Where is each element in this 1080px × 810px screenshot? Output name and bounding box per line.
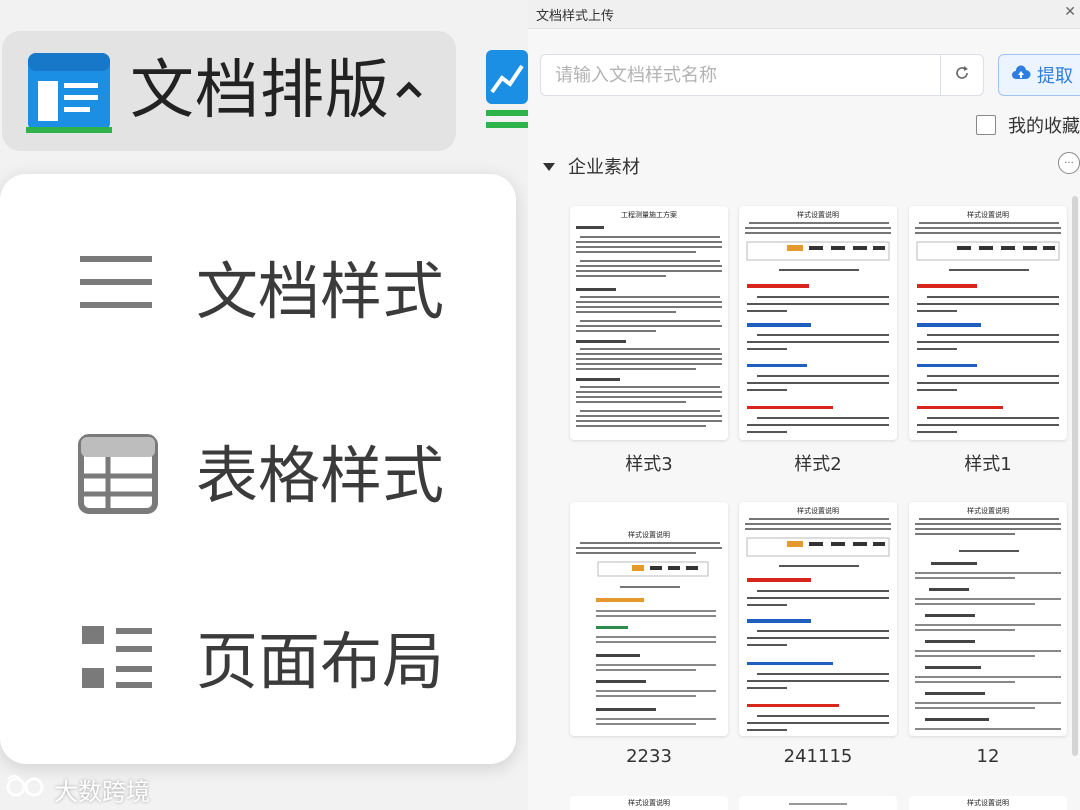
style-card-name: 样式1	[964, 454, 1012, 475]
scrollbar[interactable]	[1072, 196, 1078, 756]
left-panel: 文档排版 文档样式 表格样式 页面布局 大数跨境	[0, 0, 528, 810]
menu-item-label: 表格样式	[196, 439, 445, 512]
style-card-name: 样式3	[625, 454, 673, 475]
section-header[interactable]: 企业素材	[542, 152, 640, 180]
style-card-name: 12	[976, 746, 1000, 767]
style-card[interactable]	[739, 796, 897, 810]
menu-item-label: 页面布局	[196, 625, 445, 698]
watermark: 大数跨境	[6, 773, 150, 806]
document-layout-menu-button[interactable]: 文档排版	[2, 31, 456, 151]
style-upload-dialog: 文档样式上传 ✕ 提取 我的收藏 企业素材	[528, 0, 1080, 810]
style-card[interactable]: 样式设置说明	[739, 502, 897, 767]
favorites-filter[interactable]: 我的收藏	[976, 112, 1080, 138]
chart-tool-icon	[486, 50, 528, 134]
style-thumbnail: 样式设置说明	[739, 502, 897, 736]
style-card[interactable]: 样式设置说明	[739, 206, 897, 475]
favorites-checkbox[interactable]	[976, 115, 996, 135]
style-thumbnail: 样式设置说明	[739, 206, 897, 440]
section-title: 企业素材	[568, 157, 640, 178]
style-card[interactable]: 样式设置说明	[570, 502, 728, 767]
style-card[interactable]: 样式设置说明	[909, 502, 1067, 767]
close-icon[interactable]: ✕	[1064, 4, 1076, 20]
refresh-icon	[954, 65, 970, 85]
style-card-name: 241115	[783, 746, 853, 767]
list-layout-icon	[78, 624, 154, 696]
more-icon[interactable]: ···	[1058, 152, 1080, 174]
style-thumbnail: 工程测量施工方案	[570, 206, 728, 440]
thumbnail-heading: 样式设置说明	[967, 799, 1009, 807]
dialog-header: 文档样式上传 ✕	[528, 0, 1080, 29]
document-layout-label: 文档排版	[130, 54, 390, 128]
lines-icon	[78, 252, 154, 316]
extract-button[interactable]: 提取	[998, 54, 1080, 96]
style-thumbnail: 样式设置说明	[909, 502, 1067, 736]
search-input[interactable]	[541, 55, 941, 95]
caret-down-icon	[542, 157, 556, 176]
search-box	[540, 54, 984, 96]
style-card[interactable]: 样式设置说明	[570, 796, 728, 810]
dialog-title: 文档样式上传	[536, 9, 615, 24]
cloud-upload-icon	[1011, 64, 1031, 86]
document-layout-icon	[26, 49, 112, 139]
caret-up-icon	[392, 77, 426, 105]
style-card[interactable]: 样式设置说明	[909, 206, 1067, 475]
style-card-name: 样式2	[794, 454, 842, 475]
thumbnail-heading: 样式设置说明	[628, 799, 670, 807]
watermark-text: 大数跨境	[54, 777, 150, 806]
menu-item-document-style[interactable]: 文档样式	[0, 212, 516, 372]
favorites-label: 我的收藏	[1008, 116, 1080, 137]
style-card[interactable]: 工程测量施工方案 样式3	[570, 206, 728, 475]
watermark-logo-icon	[6, 773, 50, 805]
document-layout-dropdown: 文档样式 表格样式 页面布局	[0, 174, 516, 764]
style-card[interactable]: 样式设置说明	[909, 796, 1067, 810]
style-thumbnail: 样式设置说明	[570, 502, 728, 736]
style-card-name: 2233	[626, 746, 672, 767]
menu-item-table-style[interactable]: 表格样式	[0, 396, 516, 556]
extract-label: 提取	[1037, 66, 1073, 87]
menu-item-label: 文档样式	[196, 255, 445, 328]
thumbnail-text-lines	[789, 803, 847, 805]
refresh-button[interactable]	[940, 55, 983, 95]
menu-item-page-layout[interactable]: 页面布局	[0, 578, 516, 738]
table-icon	[78, 434, 158, 518]
style-thumbnail: 样式设置说明	[909, 206, 1067, 440]
